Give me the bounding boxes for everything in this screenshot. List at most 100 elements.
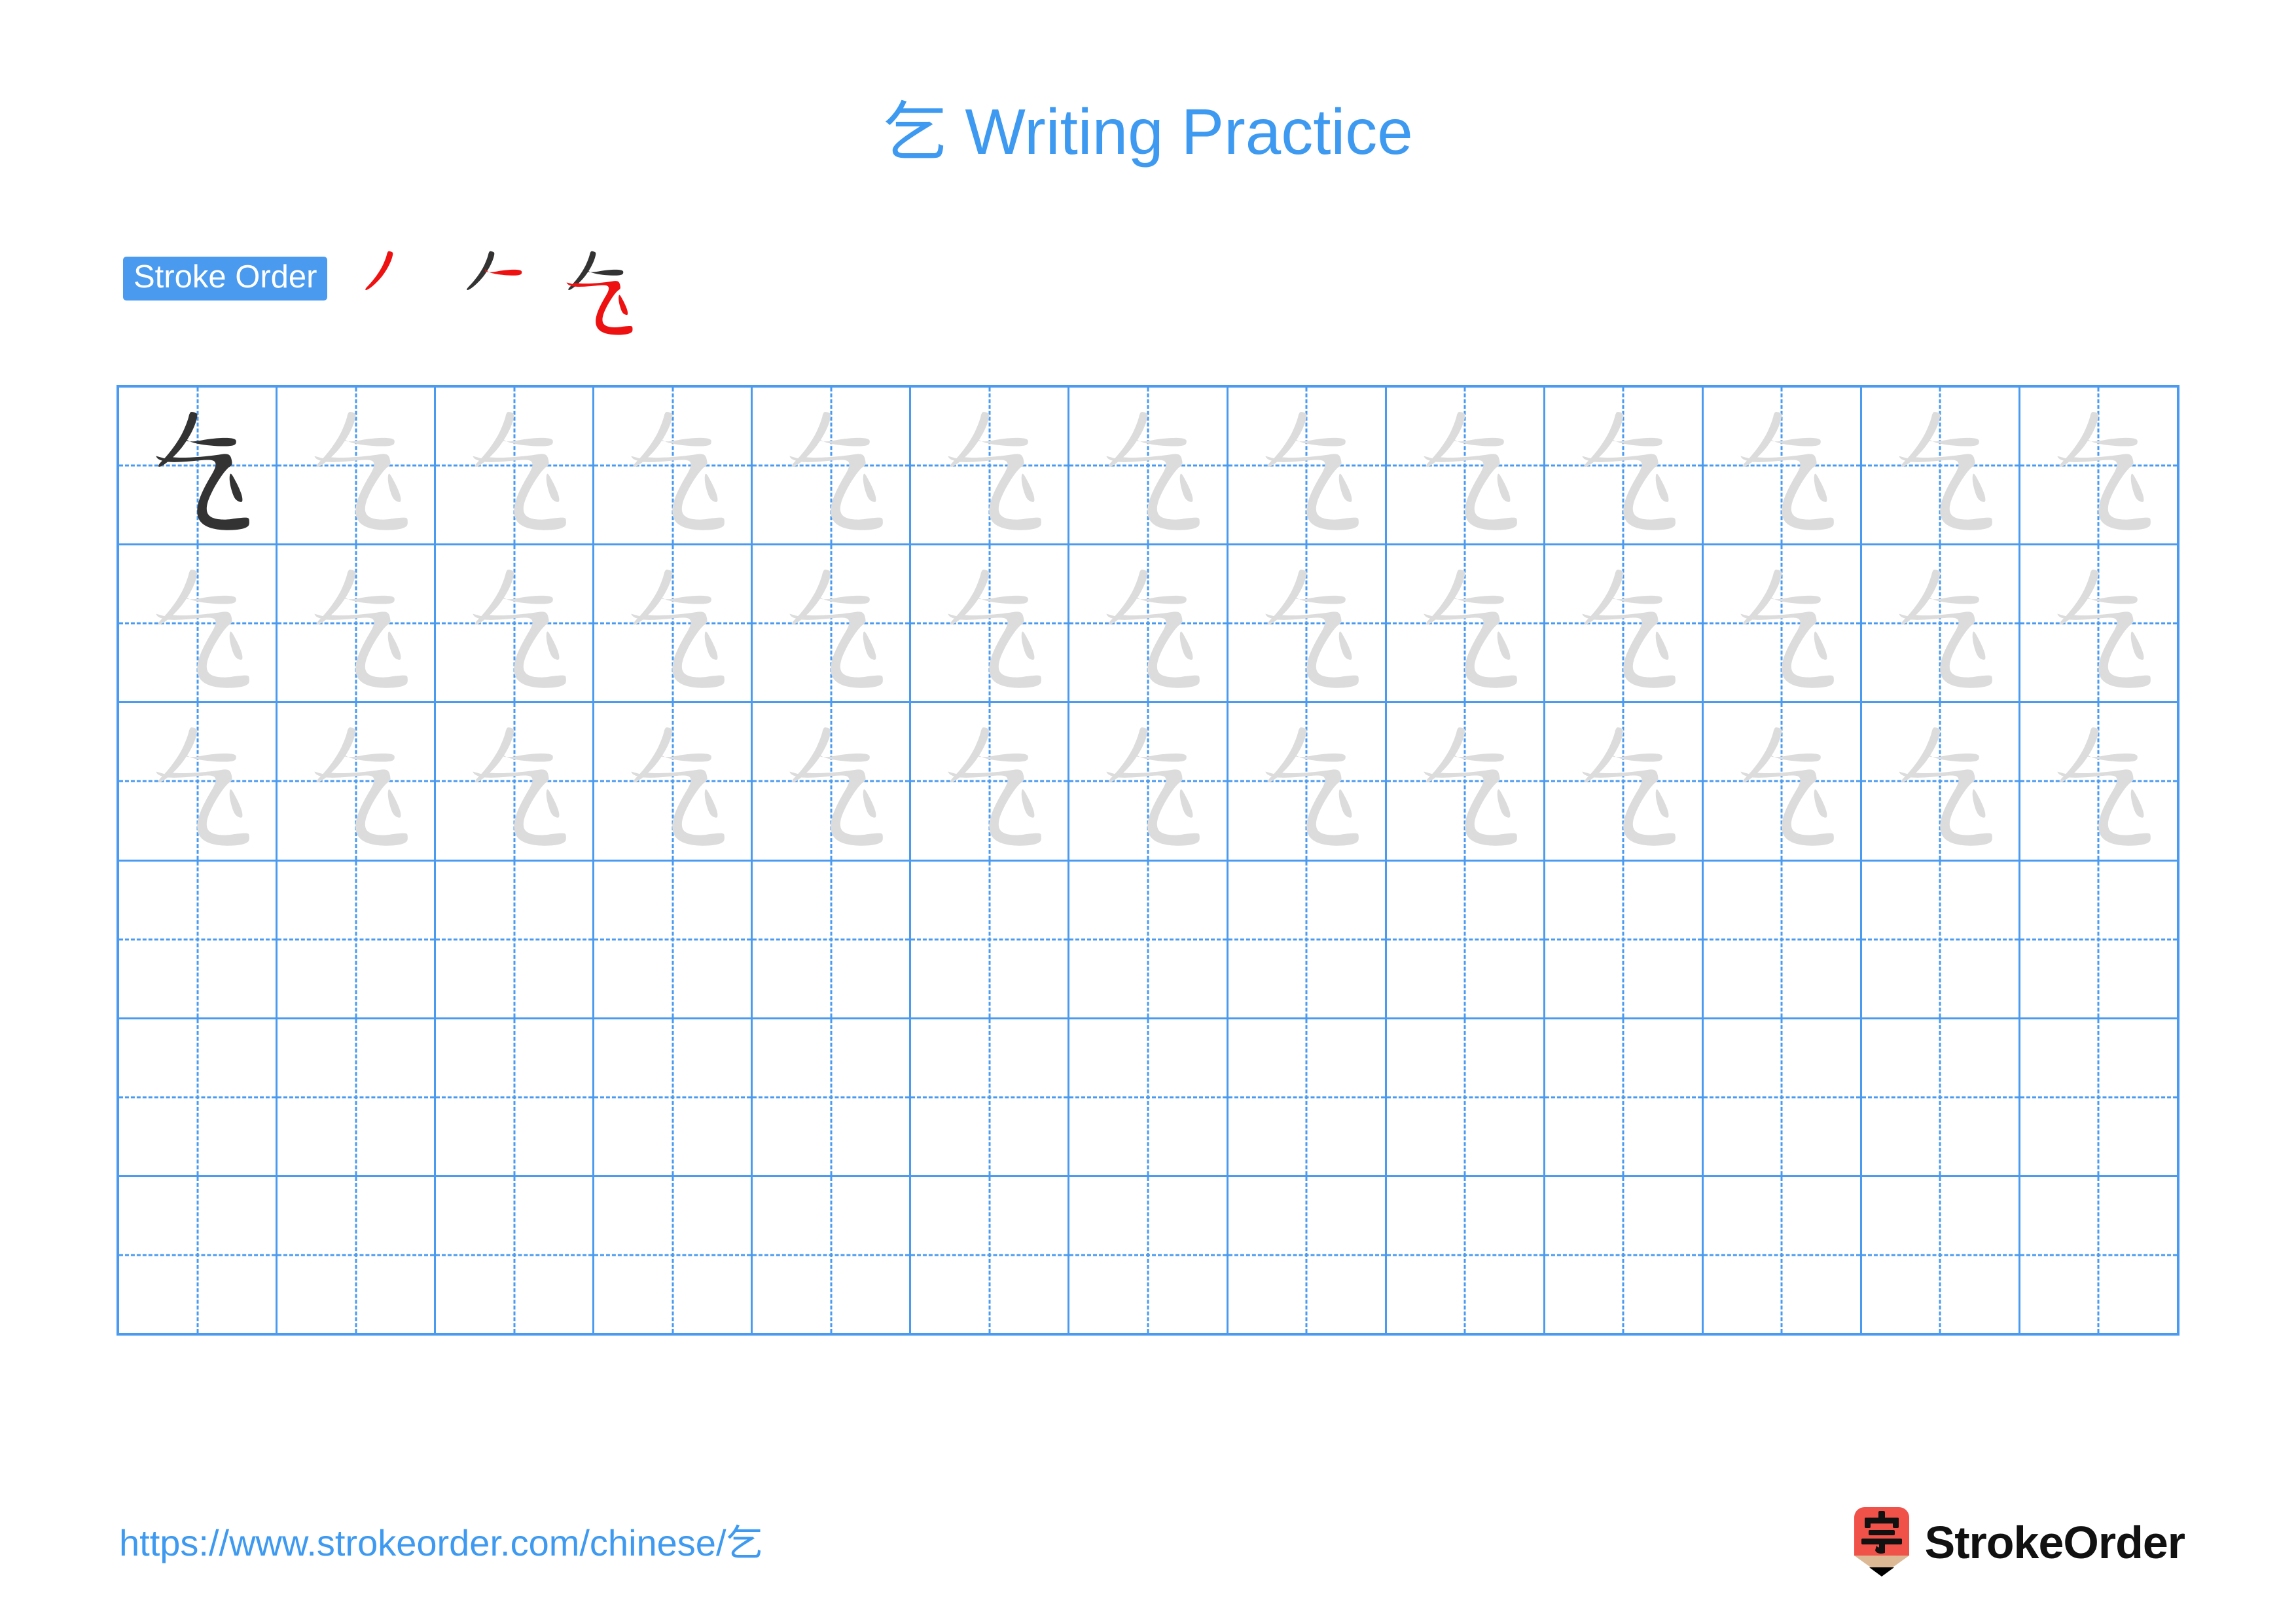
practice-cell-r2c9[interactable] [1387,545,1545,702]
brand-logo[interactable]: StrokeOrder [1852,1503,2185,1582]
practice-character-trace [1069,388,1226,543]
practice-character-trace [436,545,592,701]
practice-cell-r1c9[interactable] [1387,388,1545,544]
practice-cell-r1c8[interactable] [1229,388,1387,544]
practice-cell-r1c12[interactable] [1862,388,2020,544]
practice-cell-r4c12[interactable] [1862,861,2020,1017]
practice-cell-r6c13[interactable] [2020,1177,2177,1333]
practice-cell-r3c8[interactable] [1229,703,1387,860]
practice-cell-r4c8[interactable] [1229,861,1387,1017]
practice-cell-r5c2[interactable] [278,1019,437,1175]
practice-cell-r4c3[interactable] [436,861,595,1017]
practice-cell-r6c7[interactable] [1069,1176,1229,1334]
practice-character-trace [1704,703,1860,859]
practice-cell-r1c10[interactable] [1545,388,1704,544]
practice-cell-r6c1[interactable] [119,1176,278,1334]
practice-cell-r6c3[interactable] [436,1176,595,1334]
practice-cell-r4c10[interactable] [1545,861,1704,1017]
practice-cell-r3c2[interactable] [278,703,437,860]
practice-cell-r2c5[interactable] [753,545,912,702]
stroke-2-path [485,268,522,276]
practice-cell-r3c4[interactable] [594,703,753,860]
practice-cell-r2c8[interactable] [1229,545,1387,702]
practice-cell-r5c8[interactable] [1229,1019,1387,1175]
practice-cell-r3c10[interactable] [1545,703,1704,860]
practice-cell-r2c3[interactable] [436,545,595,702]
stroke-2-path [586,268,624,276]
practice-character-trace [1387,703,1543,859]
practice-cell-r1c5[interactable] [753,388,912,544]
practice-cell-r6c8[interactable] [1229,1176,1387,1334]
pencil-logo-icon [1854,1507,1909,1577]
practice-cell-r5c11[interactable] [1704,1019,1862,1175]
practice-character-trace-svg [473,412,567,530]
practice-cell-r1c7[interactable] [1069,388,1229,544]
practice-cell-r4c7[interactable] [1069,861,1229,1017]
practice-cell-r2c4[interactable] [594,545,753,702]
practice-cell-r4c11[interactable] [1704,861,1862,1017]
practice-cell-r6c6[interactable] [911,1176,1070,1334]
practice-grid-row [119,1176,2177,1334]
practice-character-trace [1545,545,1702,701]
practice-cell-r5c12[interactable] [1862,1019,2020,1175]
practice-cell-r5c13[interactable] [2020,1019,2177,1175]
practice-character-trace-svg [2057,412,2151,530]
practice-cell-r6c11[interactable] [1704,1176,1862,1334]
practice-cell-r3c3[interactable] [436,703,595,860]
footer-url[interactable]: https://www.strokeorder.com/chinese/乞 [119,1514,763,1567]
practice-cell-r2c6[interactable] [911,545,1070,702]
practice-cell-r4c5[interactable] [753,861,912,1017]
practice-cell-r2c11[interactable] [1704,545,1862,702]
practice-cell-r3c9[interactable] [1387,703,1545,860]
practice-cell-r3c1[interactable] [119,703,278,860]
practice-cell-r2c12[interactable] [1862,545,2020,702]
practice-cell-r2c1[interactable] [119,545,278,702]
practice-cell-r4c2[interactable] [278,861,437,1017]
practice-cell-r6c10[interactable] [1545,1176,1704,1334]
practice-cell-r1c3[interactable] [436,388,595,544]
practice-cell-r1c11[interactable] [1704,388,1862,544]
practice-cell-r1c2[interactable] [278,388,437,544]
practice-cell-r2c10[interactable] [1545,545,1704,702]
practice-cell-r4c1[interactable] [119,861,278,1017]
practice-cell-r3c12[interactable] [1862,703,2020,860]
practice-cell-r2c2[interactable] [278,545,437,702]
practice-character-trace [911,703,1067,859]
practice-cell-r3c5[interactable] [753,703,912,860]
practice-cell-r3c7[interactable] [1069,703,1229,860]
practice-character-trace-svg [1582,727,1676,847]
practice-cell-r5c7[interactable] [1069,1019,1229,1175]
practice-cell-r5c10[interactable] [1545,1019,1704,1175]
practice-cell-r5c9[interactable] [1387,1019,1545,1175]
practice-character-trace-svg [2057,570,2151,688]
practice-character-dark-svg [156,412,249,530]
practice-cell-r5c6[interactable] [911,1019,1070,1175]
practice-character-trace-svg [1265,727,1359,847]
stroke-order-section: Stroke Order [123,251,649,342]
practice-cell-r6c12[interactable] [1862,1176,2020,1334]
practice-cell-r6c9[interactable] [1387,1176,1545,1334]
practice-cell-r1c4[interactable] [594,388,753,544]
practice-cell-r4c6[interactable] [911,861,1070,1017]
practice-cell-r1c6[interactable] [911,388,1070,544]
practice-cell-r3c11[interactable] [1704,703,1862,860]
practice-cell-r5c3[interactable] [436,1019,595,1175]
practice-cell-r1c13[interactable] [2020,388,2177,543]
practice-cell-r1c1[interactable] [119,388,278,544]
practice-cell-r6c2[interactable] [278,1176,437,1334]
practice-cell-r3c6[interactable] [911,703,1070,860]
practice-cell-r5c1[interactable] [119,1019,278,1175]
practice-cell-r5c4[interactable] [594,1019,753,1175]
practice-cell-r4c9[interactable] [1387,861,1545,1017]
practice-cell-r6c4[interactable] [594,1176,753,1334]
practice-cell-r2c7[interactable] [1069,545,1229,702]
practice-character-trace-svg [1265,570,1359,688]
stroke-step-3-svg [567,251,633,335]
practice-cell-r4c4[interactable] [594,861,753,1017]
practice-cell-r5c5[interactable] [753,1019,912,1175]
practice-cell-r4c13[interactable] [2020,862,2177,1017]
practice-cell-r6c5[interactable] [753,1176,912,1334]
practice-character-trace-svg [631,727,725,847]
practice-cell-r3c13[interactable] [2020,703,2177,859]
practice-cell-r2c13[interactable] [2020,545,2177,701]
